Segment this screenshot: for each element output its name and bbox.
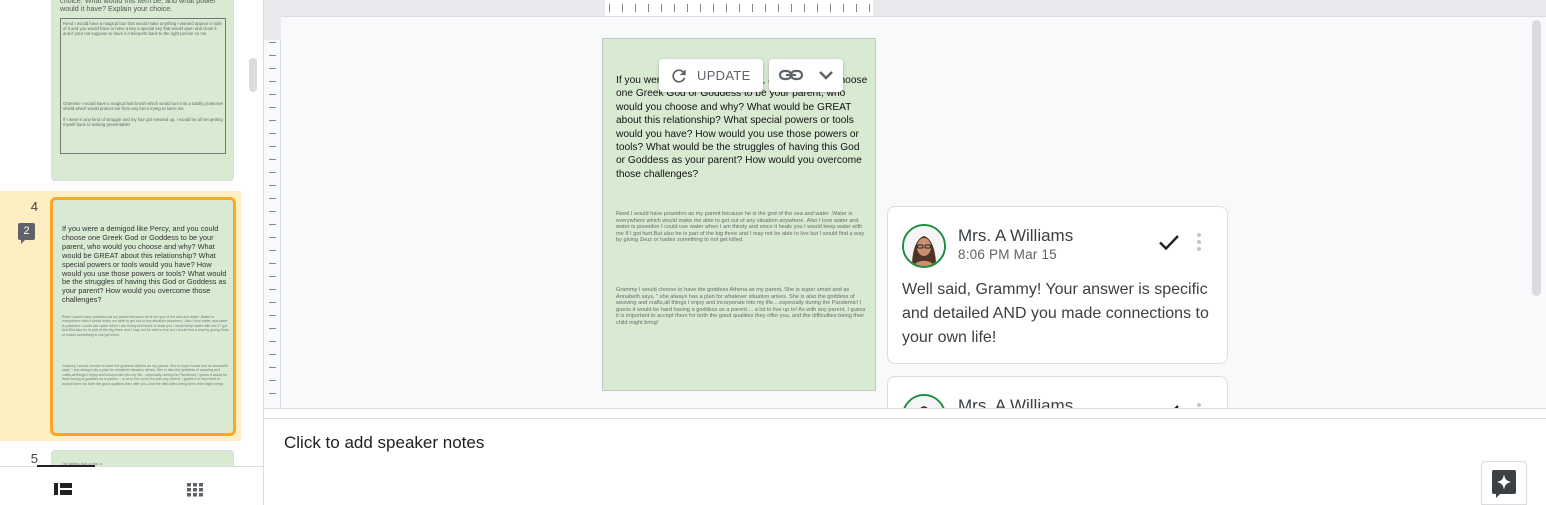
thumbnail-answer-text: Grammy I would choose to have the goddes… [62,364,229,386]
ruler-tick [687,4,688,12]
thumbnail-answer-box: Reed I would have a magical box that wou… [60,18,226,154]
ruler-tick [869,4,870,12]
resolve-checkmark-icon[interactable] [1156,399,1182,408]
ruler-tick [269,133,276,134]
notes-resize-handle[interactable] [264,408,1546,425]
active-view-indicator [37,465,95,467]
ruler-tick [674,4,675,12]
ruler-tick [269,341,276,342]
ruler-tick [269,198,276,199]
comment-body: Well said, Grammy! Your answer is specif… [902,281,1209,346]
ruler-tick [269,94,276,95]
ruler-tick [778,4,779,12]
more-vert-icon[interactable] [1195,231,1203,257]
chevron-down-icon[interactable] [815,59,837,92]
slide-number: 5 [30,451,38,466]
link-options-chip [769,59,843,92]
slides-editor: choice. What would this item be, and wha… [0,0,1546,505]
ruler-tick [648,4,649,12]
comment-card[interactable]: Mrs. A Williams 8:06 PM Mar 15 Well said… [887,206,1228,364]
ruler-tick [622,4,623,12]
slide-thumbnail-4[interactable]: If you were a demigod like Percy, and yo… [50,197,236,436]
ruler-tick [609,4,610,12]
ruler-tick [269,263,276,264]
ruler-tick [817,4,818,12]
ruler-tick [752,4,753,12]
update-linked-object-button[interactable]: UPDATE [659,59,763,92]
thumbnail-answer-text: Reed I would have poseidon as my parent … [62,315,229,337]
thumbnail-answer-text: Grammie I would have a magical hair brus… [63,101,224,111]
vertical-ruler[interactable] [264,0,281,408]
ruler-tick [661,4,662,12]
thumbnail-title-text: choice. What would this item be, and wha… [60,0,216,13]
ruler-tick [269,354,276,355]
ruler-tick [269,237,276,238]
comment-author: Mrs. A Williams [958,226,1074,245]
ruler-tick [791,4,792,12]
more-vert-icon[interactable] [1195,401,1203,408]
ruler-tick [830,4,831,12]
update-label: UPDATE [697,68,751,83]
sparkle-icon[interactable] [1481,461,1527,505]
ruler-tick [269,172,276,173]
ruler-tick [269,120,276,121]
ruler-tick [713,4,714,12]
ruler-tick [269,81,276,82]
ruler-tick [269,107,276,108]
slide-thumbnail-3[interactable]: choice. What would this item be, and wha… [51,0,234,181]
ruler-tick [269,302,276,303]
ruler-tick [269,146,276,147]
slide-number: 4 [30,199,38,214]
refresh-icon [669,66,689,91]
filmstrip-view-switcher [0,465,263,505]
horizontal-ruler[interactable] [281,0,1546,17]
ruler-tick [269,185,276,186]
link-icon[interactable] [778,59,808,92]
thumbnail-answer-text: If I were in any kind of struggle and my… [63,117,223,127]
thumbnail-question-text: If you were a demigod like Percy, and yo… [62,224,227,305]
ruler-tick [269,159,276,160]
ruler-tick [269,55,276,56]
ruler-margin [264,0,281,40]
ruler-tick [700,4,701,12]
thumbnail-answer-text: Reed I would have a magical box that wou… [63,21,222,36]
slide-editor-area: If you were a demigod like Percy, and yo… [264,0,1546,408]
ruler-tick [739,4,740,12]
ruler-tick [269,68,276,69]
comment-card[interactable]: Mrs. A Williams [887,376,1228,408]
comment-timestamp: 8:06 PM Mar 15 [958,247,1057,262]
ruler-tick [269,250,276,251]
ruler-tick [269,224,276,225]
filmstrip-view-icon[interactable] [53,481,73,497]
filmstrip-scrollbar[interactable] [249,58,257,92]
ruler-tick [269,315,276,316]
ruler-tick [804,4,805,12]
avatar[interactable] [902,394,946,408]
editor-scrollbar[interactable] [1532,20,1541,296]
ruler-tick [269,367,276,368]
ruler-tick [269,328,276,329]
avatar[interactable] [902,224,946,268]
ruler-tick [269,276,276,277]
slide-answer-reed[interactable]: Reed I would have poseidon as my parent … [616,211,866,244]
ruler-tick [269,211,276,212]
ruler-tick [269,393,276,394]
resolve-checkmark-icon[interactable] [1156,229,1182,255]
slide-answer-grammy[interactable]: Grammy I would choose to have the goddes… [616,287,866,327]
speaker-notes-panel[interactable]: Click to add speaker notes [264,419,1546,505]
ruler-tick [726,4,727,12]
ruler-tick [635,4,636,12]
ruler-tick [269,289,276,290]
ruler-tick [269,380,276,381]
ruler-tick [269,42,276,43]
comment-author: Mrs. A Williams [958,396,1074,408]
filmstrip-panel: choice. What would this item be, and wha… [0,0,264,505]
ruler-tick [843,4,844,12]
grid-view-icon[interactable] [185,481,205,497]
ruler-tick [765,4,766,12]
ruler-tick [856,4,857,12]
comment-count-badge[interactable]: 2 [18,223,35,244]
speaker-notes-placeholder[interactable]: Click to add speaker notes [284,433,484,453]
